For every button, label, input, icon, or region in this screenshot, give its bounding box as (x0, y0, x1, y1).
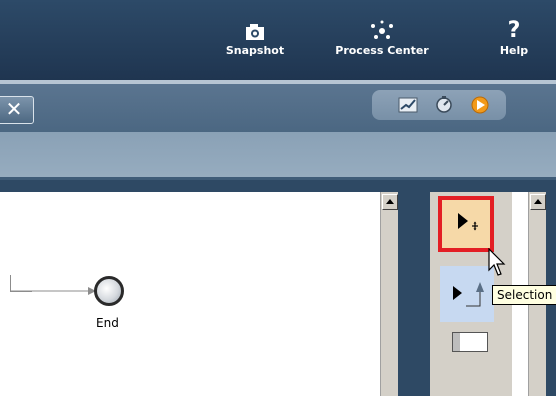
canvas-vertical-scrollbar[interactable] (380, 192, 399, 396)
panel-divider (398, 192, 430, 396)
mouse-cursor-icon (488, 248, 506, 276)
divider (0, 180, 556, 192)
snapshot-button[interactable]: Snapshot (224, 18, 286, 57)
chevron-up-icon (386, 199, 394, 204)
connection-tool-button[interactable] (440, 266, 494, 322)
selection-tool-icon (458, 213, 478, 231)
help-button[interactable]: ? Help (496, 18, 532, 57)
camera-icon (224, 18, 286, 44)
process-center-label: Process Center (335, 44, 429, 57)
selection-tool-button[interactable] (438, 196, 494, 252)
process-center-button[interactable]: Process Center (334, 18, 430, 57)
tooltip: Selection (492, 285, 556, 305)
end-event[interactable] (94, 276, 124, 306)
connection-tool-icon (453, 282, 484, 307)
editor-actions (372, 90, 506, 120)
gauge-icon[interactable] (434, 96, 454, 114)
help-label: Help (499, 44, 529, 57)
scroll-up-button[interactable] (382, 194, 398, 210)
palette-scroll-up-button[interactable] (530, 194, 546, 210)
editor-subheader (0, 132, 556, 177)
lane-tool-icon[interactable] (452, 332, 488, 352)
close-icon[interactable]: ✕ (0, 96, 34, 124)
snapshot-label: Snapshot (225, 44, 285, 57)
play-icon[interactable] (470, 96, 490, 114)
lane-band (453, 333, 460, 351)
end-event-label: End (96, 316, 119, 330)
chart-icon[interactable] (398, 96, 418, 114)
chevron-up-icon (534, 199, 542, 204)
sequence-flow-arrow (10, 287, 96, 295)
process-center-icon (334, 18, 430, 44)
help-icon: ? (507, 18, 521, 43)
header-highlight (0, 80, 556, 84)
